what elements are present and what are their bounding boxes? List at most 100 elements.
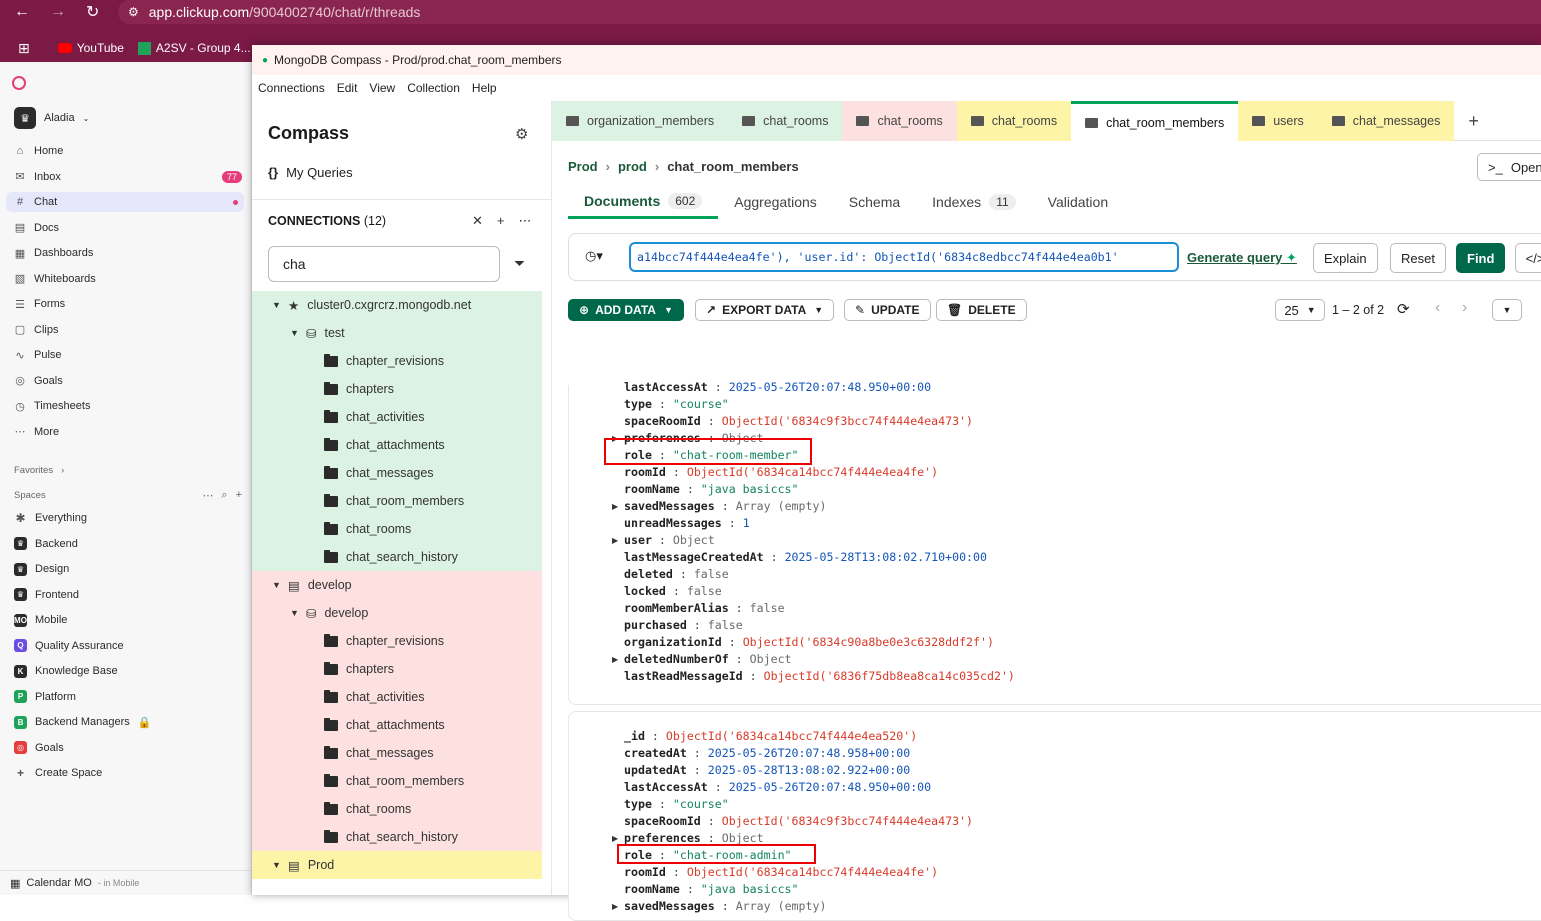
nav-forms[interactable]: ☰ Forms: [14, 294, 242, 314]
space-backend[interactable]: ♛ Backend: [14, 534, 242, 554]
settings-gear-icon[interactable]: ⚙: [515, 125, 528, 143]
subtab-indexes[interactable]: Indexes 11: [916, 185, 1032, 219]
connections-filter-input[interactable]: cha: [268, 246, 500, 282]
forward-icon[interactable]: →: [50, 0, 66, 24]
tab-chat-rooms[interactable]: chat_rooms: [956, 101, 1072, 141]
filter-funnel-icon[interactable]: ⏷: [514, 255, 525, 272]
collection-item[interactable]: chat_messages: [252, 459, 542, 487]
expand-field-icon[interactable]: ▶: [612, 655, 618, 664]
menu-connections[interactable]: Connections: [258, 81, 325, 95]
collection-item[interactable]: chat_search_history: [252, 543, 542, 571]
collection-item[interactable]: chat_activities: [252, 403, 542, 431]
space-frontend[interactable]: ♛ Frontend: [14, 585, 242, 605]
database-0[interactable]: ▼ ⛁ test: [252, 319, 542, 347]
document-card-1[interactable]: lastAccessAt : 2025-05-26T20:07:48.950+0…: [568, 380, 1541, 705]
expand-field-icon[interactable]: ▶: [612, 502, 618, 511]
collection-item[interactable]: chapter_revisions: [252, 627, 542, 655]
reload-icon[interactable]: ↻: [86, 0, 99, 24]
apps-grid-icon[interactable]: ⊞: [18, 40, 30, 57]
connection-1[interactable]: ▼ ▤ develop: [252, 571, 542, 599]
explain-button[interactable]: Explain: [1313, 243, 1378, 273]
nav-timesheets[interactable]: ◷ Timesheets: [14, 396, 242, 416]
workspace-switcher[interactable]: ♛ Aladia ⌄: [14, 107, 242, 129]
collapse-icon[interactable]: ✕: [472, 213, 483, 229]
space-quality-assurance[interactable]: Q Quality Assurance: [14, 636, 242, 656]
my-queries-link[interactable]: {} My Queries: [268, 165, 353, 180]
collection-item[interactable]: chat_attachments: [252, 431, 542, 459]
collection-item[interactable]: chat_rooms: [252, 515, 542, 543]
reset-button[interactable]: Reset: [1390, 243, 1446, 273]
bookmark-a2sv[interactable]: A2SV - Group 4...: [137, 41, 251, 55]
collection-item[interactable]: chat_room_members: [252, 487, 542, 515]
nav-chat[interactable]: # Chat: [6, 192, 244, 212]
tab-chat-room-members[interactable]: chat_room_members: [1071, 101, 1239, 141]
new-tab-plus-icon[interactable]: +: [1454, 101, 1493, 141]
tab-chat-messages[interactable]: chat_messages: [1317, 101, 1455, 141]
more-icon[interactable]: ⋯: [202, 489, 213, 502]
site-settings-icon[interactable]: ⚙: [128, 5, 139, 19]
collection-item[interactable]: chapter_revisions: [252, 347, 542, 375]
view-select[interactable]: ▼: [1492, 299, 1522, 321]
query-filter-input[interactable]: a14bcc74f444e4ea4fe'), 'user.id': Object…: [629, 242, 1179, 272]
nav-docs[interactable]: ▤ Docs: [14, 218, 242, 238]
database-1[interactable]: ▼ ⛁ develop: [252, 599, 542, 627]
subtab-schema[interactable]: Schema: [833, 185, 916, 219]
expand-field-icon[interactable]: ▶: [612, 834, 618, 843]
nav-dashboards[interactable]: ▦ Dashboards: [14, 243, 242, 263]
space-mobile[interactable]: MO Mobile: [14, 610, 242, 630]
plus-icon[interactable]: +: [236, 489, 242, 502]
tab-chat-rooms[interactable]: chat_rooms: [842, 101, 957, 141]
collection-item[interactable]: chapters: [252, 375, 542, 403]
space-everything[interactable]: ✱ Everything: [14, 508, 242, 528]
tab-users[interactable]: users: [1238, 101, 1318, 141]
find-button[interactable]: Find: [1456, 243, 1506, 273]
refresh-icon[interactable]: ⟳: [1397, 300, 1410, 318]
add-data-button[interactable]: ⊕ ADD DATA ▼: [568, 299, 684, 321]
prev-page-icon[interactable]: ‹: [1435, 299, 1440, 317]
nav-inbox[interactable]: ✉ Inbox 77: [14, 167, 242, 187]
menu-edit[interactable]: Edit: [337, 81, 358, 95]
collection-item[interactable]: chat_attachments: [252, 711, 542, 739]
collection-item[interactable]: chat_search_history: [252, 823, 542, 851]
space-platform[interactable]: P Platform: [14, 687, 242, 707]
nav-pulse[interactable]: ∿ Pulse: [14, 345, 242, 365]
calendar-item[interactable]: ▦ Calendar MO - in Mobile: [0, 870, 252, 895]
space-knowledge-base[interactable]: K Knowledge Base: [14, 661, 242, 681]
page-size-select[interactable]: 25 ▼: [1275, 299, 1325, 321]
collection-item[interactable]: chat_activities: [252, 683, 542, 711]
subtab-validation[interactable]: Validation: [1032, 185, 1124, 219]
tab-chat-rooms[interactable]: chat_rooms: [728, 101, 843, 141]
space-design[interactable]: ♛ Design: [14, 559, 242, 579]
collection-item[interactable]: chat_room_members: [252, 767, 542, 795]
nav-goals[interactable]: ◎ Goals: [14, 371, 242, 391]
search-icon[interactable]: ⌕: [221, 489, 227, 502]
document-card-2[interactable]: _id : ObjectId('6834ca14bcc74f444e4ea520…: [568, 711, 1541, 921]
collection-item[interactable]: chat_messages: [252, 739, 542, 767]
update-button[interactable]: ✎ UPDATE: [844, 299, 931, 321]
menu-view[interactable]: View: [369, 81, 395, 95]
expand-field-icon[interactable]: ▶: [612, 902, 618, 911]
favorites-header[interactable]: Favorites ›: [14, 460, 242, 480]
add-connection-icon[interactable]: +: [497, 213, 505, 229]
nav-clips[interactable]: ▢ Clips: [14, 320, 242, 340]
expand-field-icon[interactable]: ▶: [612, 536, 618, 545]
space-backend-managers[interactable]: B Backend Managers 🔒: [14, 712, 242, 732]
export-data-button[interactable]: ↗ EXPORT DATA ▼: [695, 299, 835, 321]
collection-item[interactable]: chat_rooms: [252, 795, 542, 823]
space-goals[interactable]: ◎ Goals: [14, 738, 242, 758]
collection-item[interactable]: chapters: [252, 655, 542, 683]
history-clock-icon[interactable]: ◷▾: [585, 248, 603, 264]
connection-0[interactable]: ▼ ★ cluster0.cxgrcrz.mongodb.net: [252, 291, 542, 319]
delete-button[interactable]: 🗑 DELETE: [936, 299, 1027, 321]
bookmark-youtube[interactable]: YouTube: [57, 41, 124, 55]
space-create-space[interactable]: + Create Space: [14, 763, 242, 783]
subtab-aggregations[interactable]: Aggregations: [718, 185, 833, 219]
menu-collection[interactable]: Collection: [407, 81, 460, 95]
more-options-icon[interactable]: ⋯: [519, 213, 532, 229]
code-view-icon[interactable]: </>: [1515, 243, 1541, 273]
connection-2[interactable]: ▼ ▤ Prod: [252, 851, 542, 879]
open-shell-button[interactable]: >_ Open: [1477, 153, 1541, 181]
breadcrumb-db[interactable]: prod: [618, 159, 647, 174]
subtab-documents[interactable]: Documents 602: [568, 185, 719, 219]
menu-help[interactable]: Help: [472, 81, 497, 95]
